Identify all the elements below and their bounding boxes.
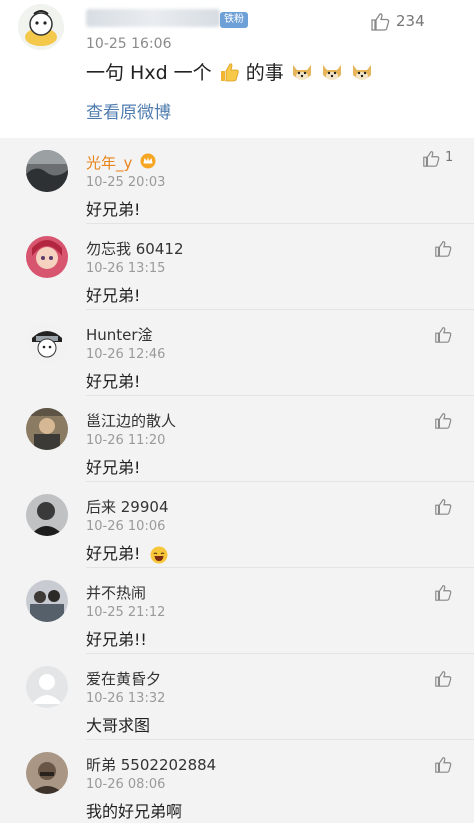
comment-text: 好兄弟! (86, 540, 168, 564)
like-icon[interactable] (434, 670, 452, 688)
commenter-name[interactable]: 勿忘我 60412 (86, 238, 184, 259)
like-icon[interactable] (434, 498, 452, 516)
comment-text: 好兄弟! (86, 458, 141, 477)
view-original-weibo-link[interactable]: 查看原微博 (86, 98, 171, 123)
post-text: 一句 Hxd 一个 的事 (86, 58, 374, 85)
fan-badge: 铁粉 (220, 12, 248, 28)
comment-item[interactable]: 昕弟 5502202884 10-26 08:06 我的好兄弟啊 (0, 740, 474, 826)
comment-time: 10-26 11:20 (86, 433, 166, 448)
doge-emoji-icon (292, 64, 311, 80)
like-icon[interactable] (422, 150, 440, 168)
comment-text: 好兄弟! (86, 372, 141, 391)
commenter-name[interactable]: 爱在黄昏夕 (86, 668, 161, 689)
comment-list: 光年_y 10-25 20:03 好兄弟! 1 勿忘我 60412 10-26 … (0, 138, 474, 823)
doge-emoji-icon (352, 64, 371, 80)
post-text-part-2: 的事 (245, 62, 284, 84)
like-icon[interactable] (434, 584, 452, 602)
like-count: 1 (445, 150, 454, 165)
comment-text: 好兄弟! (86, 286, 141, 305)
comment-time: 10-26 13:15 (86, 261, 166, 276)
like-icon[interactable] (434, 326, 452, 344)
comment-time: 10-26 13:32 (86, 691, 166, 706)
like-icon[interactable] (434, 756, 452, 774)
avatar[interactable] (26, 408, 68, 450)
like-icon[interactable] (434, 412, 452, 430)
comment-item[interactable]: 勿忘我 60412 10-26 13:15 好兄弟! (0, 224, 474, 310)
doge-emoji-icon (322, 64, 341, 80)
comment-time: 10-26 10:06 (86, 519, 166, 534)
comment-time: 10-25 20:03 (86, 175, 166, 190)
comment-time: 10-26 08:06 (86, 777, 166, 792)
avatar[interactable] (26, 580, 68, 622)
post-text-part-1: 一句 Hxd 一个 (86, 62, 212, 84)
like-count: 234 (396, 12, 425, 30)
comment-item[interactable]: 并不热闹 10-25 21:12 好兄弟!! (0, 568, 474, 654)
comment-item[interactable]: 后来 29904 10-26 10:06 好兄弟! (0, 482, 474, 568)
commenter-name[interactable]: 昕弟 5502202884 (86, 754, 216, 775)
avatar[interactable] (26, 322, 68, 364)
comment-text: 大哥求图 (86, 716, 151, 735)
avatar[interactable] (26, 236, 68, 278)
comment-text: 我的好兄弟啊 (86, 802, 183, 821)
like-icon[interactable] (434, 240, 452, 258)
avatar[interactable] (26, 666, 68, 708)
avatar[interactable] (26, 150, 68, 192)
laughing-emoji-icon (150, 546, 168, 563)
commenter-name[interactable]: Hunter淦 (86, 324, 153, 345)
comment-text: 好兄弟! (86, 200, 141, 219)
comment-time: 10-25 21:12 (86, 605, 166, 620)
commenter-name[interactable]: 后来 29904 (86, 496, 169, 517)
comment-item[interactable]: Hunter淦 10-26 12:46 好兄弟! (0, 310, 474, 396)
comment-item[interactable]: 爱在黄昏夕 10-26 13:32 大哥求图 (0, 654, 474, 740)
comment-time: 10-26 12:46 (86, 347, 166, 362)
comment-item[interactable]: 邕江边的散人 10-26 11:20 好兄弟! (0, 396, 474, 482)
avatar[interactable] (26, 752, 68, 794)
comment-item[interactable]: 光年_y 10-25 20:03 好兄弟! 1 (0, 138, 474, 224)
username-blurred[interactable] (86, 9, 220, 27)
avatar[interactable] (26, 494, 68, 536)
commenter-name[interactable]: 光年_y (86, 152, 132, 173)
thumbs-up-emoji-icon (220, 62, 239, 81)
like-icon[interactable] (370, 12, 390, 32)
original-post: 铁粉 10-25 16:06 一句 Hxd 一个 的事 查看原微博 234 (0, 0, 474, 138)
post-time: 10-25 16:06 (86, 36, 172, 52)
comment-text-body: 好兄弟! (86, 544, 141, 563)
avatar[interactable] (18, 4, 64, 50)
commenter-name[interactable]: 并不热闹 (86, 582, 146, 603)
commenter-name[interactable]: 邕江边的散人 (86, 410, 176, 431)
crown-badge-icon (140, 153, 156, 169)
comment-text: 好兄弟!! (86, 630, 147, 649)
